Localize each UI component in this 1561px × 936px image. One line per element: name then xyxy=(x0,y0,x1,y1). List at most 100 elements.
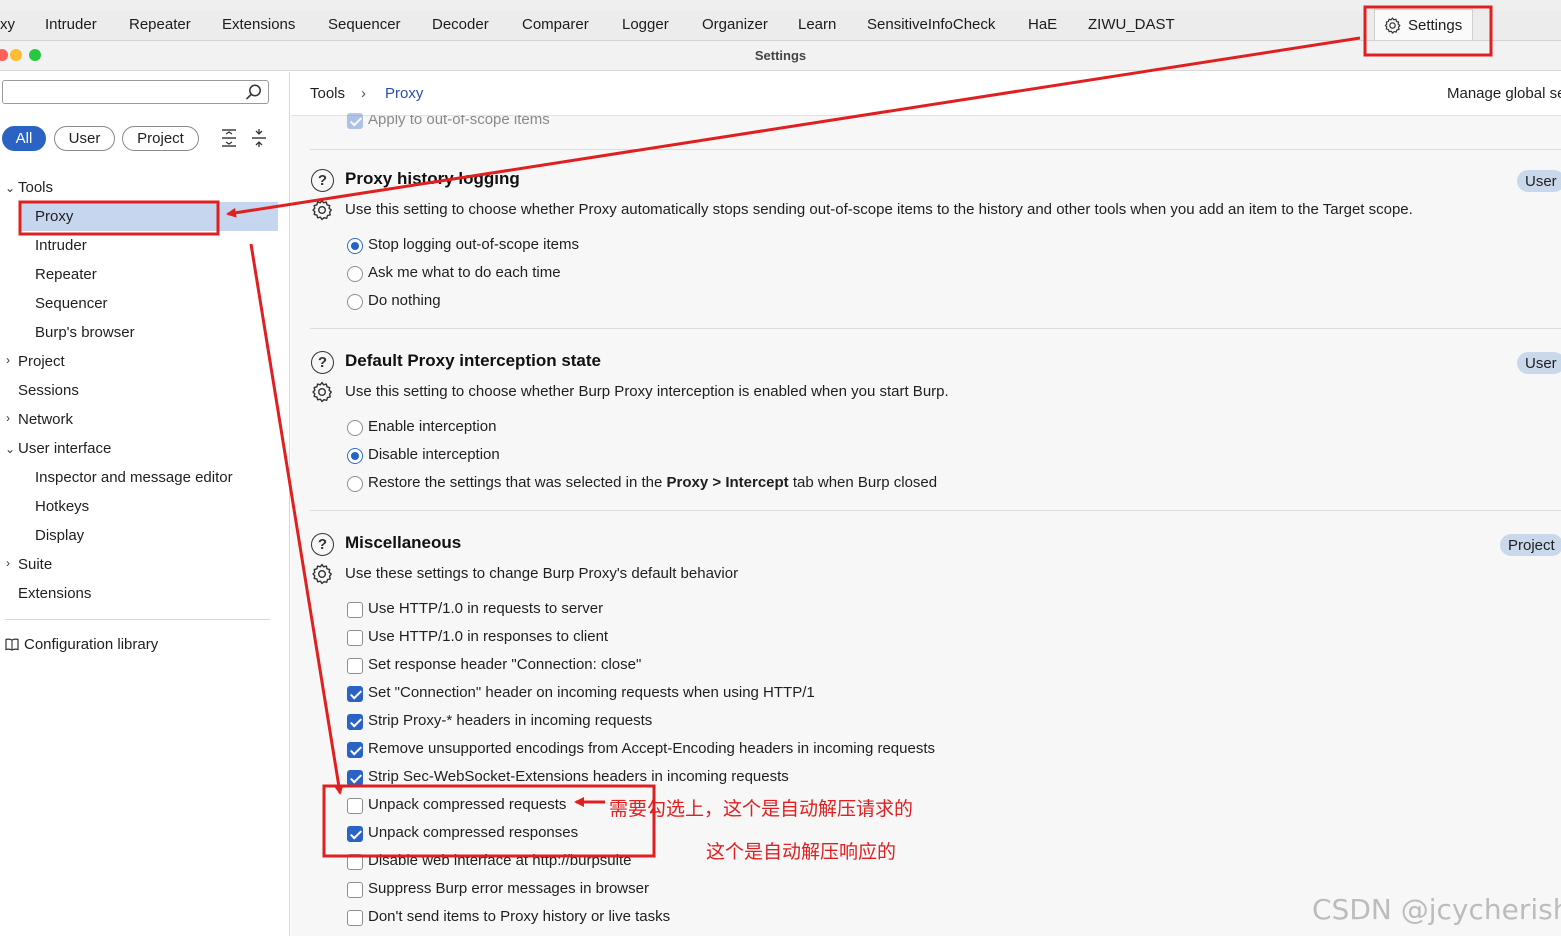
restore-text-2: tab when Burp closed xyxy=(788,474,938,491)
sidebar-item-extensions[interactable]: Extensions xyxy=(18,585,91,602)
gear-icon[interactable] xyxy=(310,380,334,404)
tab-proxy[interactable]: xy xyxy=(0,16,15,33)
expand-all-icon[interactable] xyxy=(219,128,239,148)
help-icon[interactable]: ? xyxy=(311,351,334,374)
collapse-all-icon[interactable] xyxy=(249,128,269,148)
chevron-down-icon[interactable]: ⌄ xyxy=(5,181,15,195)
tab-comparer[interactable]: Comparer xyxy=(522,16,589,33)
help-icon[interactable]: ? xyxy=(311,533,334,556)
settings-search-input[interactable] xyxy=(2,80,269,104)
disable-web-interface-label[interactable]: Disable web interface at http://burpsuit… xyxy=(368,852,631,869)
tab-logger[interactable]: Logger xyxy=(622,16,669,33)
sidebar-item-inspector[interactable]: Inspector and message editor xyxy=(35,469,233,486)
gear-icon xyxy=(1384,17,1401,34)
chevron-right-icon[interactable]: › xyxy=(6,411,10,425)
ask-me-radio[interactable] xyxy=(347,266,363,282)
gear-icon[interactable] xyxy=(310,198,334,222)
gear-icon[interactable] xyxy=(310,562,334,586)
disable-web-interface-checkbox[interactable] xyxy=(347,854,363,870)
enable-interception-radio[interactable] xyxy=(347,420,363,436)
sidebar-item-project[interactable]: Project xyxy=(18,353,65,370)
scope-badge-user: User xyxy=(1517,170,1561,192)
use-http10-responses-label[interactable]: Use HTTP/1.0 in responses to client xyxy=(368,628,608,645)
breadcrumb xyxy=(291,72,1561,116)
apply-out-of-scope-checkbox[interactable] xyxy=(347,113,363,129)
annotation-note-responses: 这个是自动解压响应的 xyxy=(706,841,897,863)
tab-intruder[interactable]: Intruder xyxy=(45,16,97,33)
suppress-errors-label[interactable]: Suppress Burp error messages in browser xyxy=(368,880,649,897)
use-http10-responses-checkbox[interactable] xyxy=(347,630,363,646)
ask-me-label[interactable]: Ask me what to do each time xyxy=(368,264,561,281)
chevron-right-icon[interactable]: › xyxy=(6,353,10,367)
watermark: CSDN @jcycherish xyxy=(1312,893,1561,926)
sidebar-item-tools[interactable]: Tools xyxy=(18,179,53,196)
tab-learn[interactable]: Learn xyxy=(798,16,836,33)
tab-organizer[interactable]: Organizer xyxy=(702,16,768,33)
connection-close-label[interactable]: Set response header "Connection: close" xyxy=(368,656,641,673)
dont-send-history-label[interactable]: Don't send items to Proxy history or liv… xyxy=(368,908,670,925)
use-http10-requests-label[interactable]: Use HTTP/1.0 in requests to server xyxy=(368,600,603,617)
unpack-responses-checkbox[interactable] xyxy=(347,826,363,842)
breadcrumb-tools[interactable]: Tools xyxy=(310,85,345,102)
tab-extensions[interactable]: Extensions xyxy=(222,16,295,33)
restore-settings-label[interactable]: Restore the settings that was selected i… xyxy=(368,474,937,491)
strip-proxy-headers-checkbox[interactable] xyxy=(347,714,363,730)
sidebar-item-proxy[interactable]: Proxy xyxy=(35,208,73,225)
unpack-requests-label[interactable]: Unpack compressed requests xyxy=(368,796,566,813)
tab-settings[interactable]: Settings xyxy=(1374,9,1473,40)
stop-logging-label[interactable]: Stop logging out-of-scope items xyxy=(368,236,579,253)
restore-text-intercept: Intercept xyxy=(725,474,789,491)
sidebar-item-hotkeys[interactable]: Hotkeys xyxy=(35,498,89,515)
connection-close-checkbox[interactable] xyxy=(347,658,363,674)
disable-interception-radio[interactable] xyxy=(347,448,363,464)
remove-encodings-checkbox[interactable] xyxy=(347,742,363,758)
manage-global-settings-link[interactable]: Manage global se xyxy=(1447,85,1561,102)
scope-badge-user: User xyxy=(1517,352,1561,374)
restore-settings-radio[interactable] xyxy=(347,476,363,492)
sidebar-item-sessions[interactable]: Sessions xyxy=(18,382,79,399)
set-connection-header-label[interactable]: Set "Connection" header on incoming requ… xyxy=(368,684,815,701)
search-icon[interactable] xyxy=(245,83,263,101)
sidebar-item-intruder[interactable]: Intruder xyxy=(35,237,87,254)
restore-text-1: Restore the settings that was selected i… xyxy=(368,474,667,491)
sidebar-divider xyxy=(5,619,270,620)
do-nothing-radio[interactable] xyxy=(347,294,363,310)
sidebar-item-sequencer[interactable]: Sequencer xyxy=(35,295,108,312)
unpack-requests-checkbox[interactable] xyxy=(347,798,363,814)
tab-decoder[interactable]: Decoder xyxy=(432,16,489,33)
chevron-down-icon[interactable]: ⌄ xyxy=(5,442,15,456)
tab-ziwu-dast[interactable]: ZIWU_DAST xyxy=(1088,16,1175,33)
stop-logging-radio[interactable] xyxy=(347,238,363,254)
section-title-miscellaneous: Miscellaneous xyxy=(345,533,462,552)
dont-send-history-checkbox[interactable] xyxy=(347,910,363,926)
set-connection-header-checkbox[interactable] xyxy=(347,686,363,702)
configuration-library-link[interactable]: Configuration library xyxy=(24,636,158,653)
strip-websocket-ext-label[interactable]: Strip Sec-WebSocket-Extensions headers i… xyxy=(368,768,789,785)
tab-sequencer[interactable]: Sequencer xyxy=(328,16,401,33)
remove-encodings-label[interactable]: Remove unsupported encodings from Accept… xyxy=(368,740,935,757)
sidebar-item-burps-browser[interactable]: Burp's browser xyxy=(35,324,135,341)
suppress-errors-checkbox[interactable] xyxy=(347,882,363,898)
filter-user-button[interactable]: User xyxy=(54,126,115,151)
disable-interception-label[interactable]: Disable interception xyxy=(368,446,500,463)
filter-all-button[interactable]: All xyxy=(2,126,46,151)
section-divider xyxy=(310,328,1561,329)
tab-repeater[interactable]: Repeater xyxy=(129,16,191,33)
sidebar-item-repeater[interactable]: Repeater xyxy=(35,266,97,283)
sidebar-item-network[interactable]: Network xyxy=(18,411,73,428)
enable-interception-label[interactable]: Enable interception xyxy=(368,418,496,435)
sidebar-item-suite[interactable]: Suite xyxy=(18,556,52,573)
tab-sensitiveinfocheck[interactable]: SensitiveInfoCheck xyxy=(867,16,995,33)
help-icon[interactable]: ? xyxy=(311,169,334,192)
do-nothing-label[interactable]: Do nothing xyxy=(368,292,441,309)
sidebar-item-user-interface[interactable]: User interface xyxy=(18,440,111,457)
sidebar-item-display[interactable]: Display xyxy=(35,527,84,544)
tab-hae[interactable]: HaE xyxy=(1028,16,1057,33)
chevron-right-icon[interactable]: › xyxy=(6,556,10,570)
unpack-responses-label[interactable]: Unpack compressed responses xyxy=(368,824,578,841)
breadcrumb-proxy[interactable]: Proxy xyxy=(385,85,423,102)
use-http10-requests-checkbox[interactable] xyxy=(347,602,363,618)
filter-project-button[interactable]: Project xyxy=(122,126,199,151)
strip-proxy-headers-label[interactable]: Strip Proxy-* headers in incoming reques… xyxy=(368,712,652,729)
strip-websocket-ext-checkbox[interactable] xyxy=(347,770,363,786)
